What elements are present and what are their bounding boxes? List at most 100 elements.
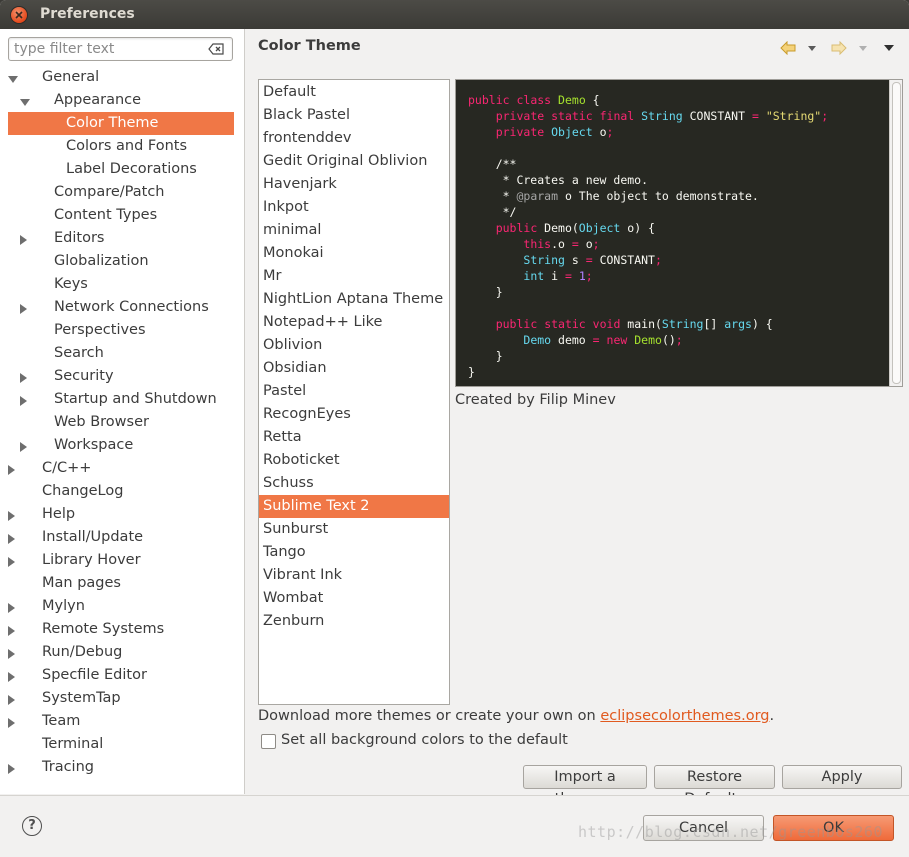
tree-item[interactable]: C/C++ <box>0 457 244 480</box>
tree-item[interactable]: Color Theme <box>8 112 234 135</box>
theme-list-item[interactable]: Sunburst <box>259 518 449 541</box>
tree-item[interactable]: Network Connections <box>0 296 244 319</box>
tree-item[interactable]: Specfile Editor <box>0 664 244 687</box>
theme-list-item[interactable]: Vibrant Ink <box>259 564 449 587</box>
view-menu-icon[interactable] <box>884 45 894 51</box>
collapse-arrow-icon[interactable] <box>8 76 18 83</box>
watermark: http://blog.csdn.net/greenbos260 <box>578 823 883 841</box>
tree-item[interactable]: Library Hover <box>0 549 244 572</box>
tree-item[interactable]: ChangeLog <box>0 480 244 503</box>
close-window-button[interactable] <box>11 7 27 23</box>
theme-list-item[interactable]: frontenddev <box>259 127 449 150</box>
theme-list[interactable]: Default Black Pastel frontenddev Gedit Orig… <box>258 79 450 705</box>
tree-item[interactable]: Compare/Patch <box>0 181 244 204</box>
tree-item[interactable]: Startup and Shutdown <box>0 388 244 411</box>
tree-item-label: Help <box>42 506 76 522</box>
expand-arrow-icon[interactable] <box>20 304 27 314</box>
tree-item[interactable]: Man pages <box>0 572 244 595</box>
tree-item[interactable]: Editors <box>0 227 244 250</box>
theme-list-item[interactable]: Pastel <box>259 380 449 403</box>
theme-list-item[interactable]: Monokai <box>259 242 449 265</box>
tree-item[interactable]: Perspectives <box>0 319 244 342</box>
theme-list-item[interactable]: NightLion Aptana Theme <box>259 288 449 311</box>
theme-list-item[interactable]: Havenjark <box>259 173 449 196</box>
expand-arrow-icon[interactable] <box>8 672 15 682</box>
expand-arrow-icon[interactable] <box>8 465 15 475</box>
code-preview: public class Demo { private static final… <box>455 79 903 387</box>
tree-item[interactable]: Globalization <box>0 250 244 273</box>
expand-arrow-icon[interactable] <box>8 626 15 636</box>
tree-item[interactable]: Appearance <box>0 89 244 112</box>
clear-filter-icon[interactable] <box>208 43 224 55</box>
tree-item[interactable]: Workspace <box>0 434 244 457</box>
theme-list-item[interactable]: Black Pastel <box>259 104 449 127</box>
tree-item-label: Workspace <box>54 437 134 453</box>
set-default-bg-label[interactable]: Set all background colors to the default <box>281 732 568 748</box>
expand-arrow-icon[interactable] <box>20 235 27 245</box>
tree-item[interactable]: Keys <box>0 273 244 296</box>
import-theme-button[interactable]: Import a theme... <box>523 765 647 807</box>
theme-list-item[interactable]: Notepad++ Like <box>259 311 449 334</box>
restore-defaults-button[interactable]: Restore Defaults <box>654 765 775 807</box>
tree-item[interactable]: Remote Systems <box>0 618 244 641</box>
expand-arrow-icon[interactable] <box>20 442 27 452</box>
tree-item-label: Specfile Editor <box>42 667 147 683</box>
theme-list-item[interactable]: Zenburn <box>259 610 449 633</box>
expand-arrow-icon[interactable] <box>8 534 15 544</box>
tree-item[interactable]: Search <box>0 342 244 365</box>
expand-arrow-icon[interactable] <box>8 603 15 613</box>
eclipsecolorthemes-link[interactable]: eclipsecolorthemes.org <box>600 708 769 724</box>
theme-list-item[interactable]: Mr <box>259 265 449 288</box>
back-arrow-icon[interactable] <box>780 41 796 55</box>
tree-item[interactable]: Security <box>0 365 244 388</box>
theme-list-item[interactable]: RecognEyes <box>259 403 449 426</box>
help-icon[interactable]: ? <box>22 816 42 836</box>
expand-arrow-icon[interactable] <box>20 373 27 383</box>
tree-item-label: Tracing <box>42 759 94 775</box>
tree-item[interactable]: Team <box>0 710 244 733</box>
download-suffix: . <box>769 708 775 724</box>
expand-arrow-icon[interactable] <box>8 718 15 728</box>
tree-item[interactable]: Tracing <box>0 756 244 779</box>
forward-arrow-icon[interactable] <box>831 41 847 55</box>
set-default-bg-checkbox[interactable] <box>261 734 276 749</box>
theme-list-item[interactable]: Sublime Text 2 <box>259 495 449 518</box>
tree-item[interactable]: Run/Debug <box>0 641 244 664</box>
expand-arrow-icon[interactable] <box>8 511 15 521</box>
theme-list-item[interactable]: Obsidian <box>259 357 449 380</box>
apply-button[interactable]: Apply <box>782 765 902 789</box>
expand-arrow-icon[interactable] <box>8 695 15 705</box>
theme-list-item[interactable]: Retta <box>259 426 449 449</box>
tree-item[interactable]: Content Types <box>0 204 244 227</box>
theme-list-item[interactable]: Wombat <box>259 587 449 610</box>
expand-arrow-icon[interactable] <box>20 396 27 406</box>
tree-item[interactable]: General <box>0 66 244 89</box>
filter-box[interactable] <box>8 37 233 61</box>
back-history-dropdown-icon[interactable] <box>808 46 816 51</box>
tree-item[interactable]: Web Browser <box>0 411 244 434</box>
filter-input[interactable] <box>14 40 199 57</box>
theme-list-item[interactable]: Oblivion <box>259 334 449 357</box>
theme-list-item[interactable]: minimal <box>259 219 449 242</box>
theme-list-item[interactable]: Tango <box>259 541 449 564</box>
preferences-window: Preferences General Appearance Color Theme… <box>0 0 909 857</box>
theme-list-item[interactable]: Schuss <box>259 472 449 495</box>
forward-history-dropdown-icon[interactable] <box>859 46 867 51</box>
tree-item[interactable]: Mylyn <box>0 595 244 618</box>
expand-arrow-icon[interactable] <box>8 649 15 659</box>
theme-list-item[interactable]: Default <box>259 81 449 104</box>
expand-arrow-icon[interactable] <box>8 764 15 774</box>
collapse-arrow-icon[interactable] <box>20 99 30 106</box>
tree-item[interactable]: Install/Update <box>0 526 244 549</box>
tree-item[interactable]: Terminal <box>0 733 244 756</box>
tree-item[interactable]: Label Decorations <box>0 158 244 181</box>
preview-scrollbar[interactable] <box>889 80 902 386</box>
expand-arrow-icon[interactable] <box>8 557 15 567</box>
tree-item[interactable]: Colors and Fonts <box>0 135 244 158</box>
theme-list-item[interactable]: Gedit Original Oblivion <box>259 150 449 173</box>
tree-item[interactable]: SystemTap <box>0 687 244 710</box>
scrollbar-thumb[interactable] <box>892 82 901 384</box>
theme-list-item[interactable]: Inkpot <box>259 196 449 219</box>
theme-list-item[interactable]: Roboticket <box>259 449 449 472</box>
tree-item[interactable]: Help <box>0 503 244 526</box>
